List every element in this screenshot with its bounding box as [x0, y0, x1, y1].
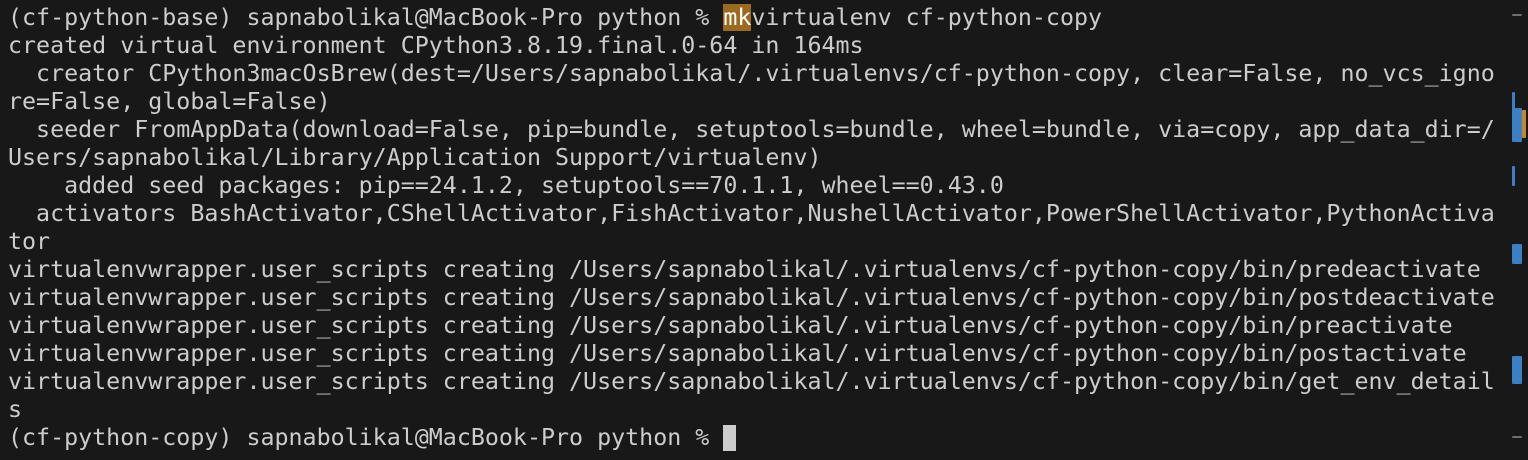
scroll-marker-gray: [1512, 14, 1522, 16]
output-line: virtualenvwrapper.user_scripts creating …: [8, 312, 1453, 339]
output-line: virtualenvwrapper.user_scripts creating …: [8, 284, 1495, 311]
current-prompt: (cf-python-copy) sapnabolikal@MacBook-Pr…: [8, 424, 724, 451]
output-line: created virtual environment CPython3.8.1…: [8, 32, 864, 59]
output-line: Users/sapnabolikal/Library/Application S…: [8, 144, 822, 171]
scroll-marker-orange: [1522, 110, 1526, 138]
output-line: creator CPython3macOsBrew(dest=/Users/sa…: [8, 60, 1495, 87]
output-line: virtualenvwrapper.user_scripts creating …: [8, 256, 1481, 283]
command-line: (cf-python-base) sapnabolikal@MacBook-Pr…: [8, 4, 1498, 32]
output-line: virtualenvwrapper.user_scripts creating …: [8, 340, 1467, 367]
scroll-marker-blue: [1512, 166, 1515, 186]
output-line: tor: [8, 228, 51, 255]
prompt-prefix: (cf-python-base) sapnabolikal@MacBook-Pr…: [8, 4, 724, 31]
output-line: added seed packages: pip==24.1.2, setupt…: [8, 172, 1004, 199]
output-line: re=False, global=False): [8, 88, 331, 115]
search-match-highlight: mk: [723, 4, 752, 31]
command-text: virtualenv cf-python-copy: [751, 4, 1103, 31]
output-line: activators BashActivator,CShellActivator…: [8, 200, 1495, 227]
output-line: virtualenvwrapper.user_scripts creating …: [8, 368, 1495, 395]
scroll-marker-blue: [1512, 108, 1522, 142]
block-cursor-icon: [723, 425, 737, 451]
scroll-marker-blue: [1512, 356, 1522, 384]
current-prompt-line[interactable]: (cf-python-copy) sapnabolikal@MacBook-Pr…: [8, 424, 1498, 452]
terminal-output[interactable]: (cf-python-base) sapnabolikal@MacBook-Pr…: [8, 4, 1498, 452]
scroll-marker-blue: [1512, 244, 1522, 264]
scroll-marker-gray: [1512, 436, 1522, 438]
output-line: seeder FromAppData(download=False, pip=b…: [8, 116, 1495, 143]
scrollbar-overview-ruler[interactable]: [1508, 0, 1528, 460]
terminal-panel[interactable]: (cf-python-base) sapnabolikal@MacBook-Pr…: [0, 0, 1528, 460]
output-line: s: [8, 396, 23, 423]
